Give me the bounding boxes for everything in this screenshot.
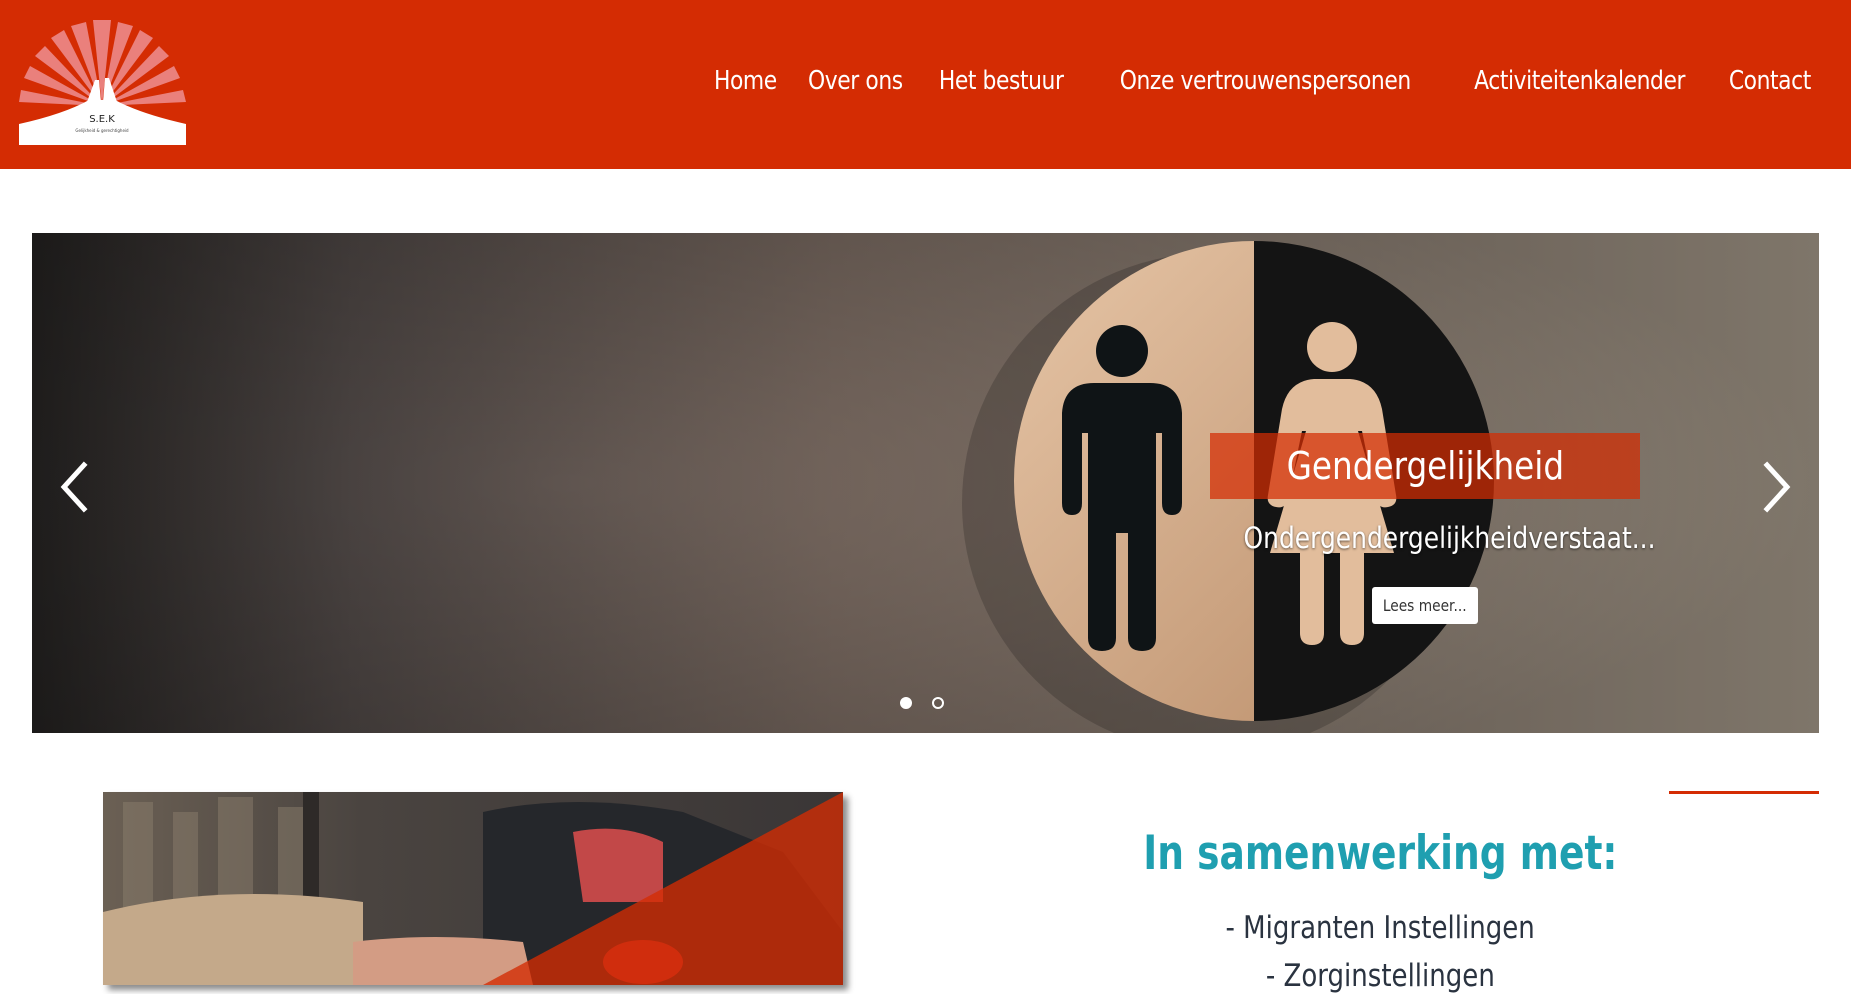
nav-activiteitenkalender[interactable]: Activiteitenkalender [1474,66,1685,96]
slide-title: Gendergelijkheid [1210,433,1640,499]
collaboration-title: In samenwerking met: [1142,826,1618,881]
logo-subtext: Gelijkheid & gerechtigheid [75,128,129,133]
nav-home[interactable]: Home [714,66,777,96]
partner-item: - Zorginstellingen [1265,958,1495,994]
chevron-right-icon [1763,461,1791,513]
carousel-prev-button[interactable] [52,455,102,519]
carousel-indicator-2[interactable] [932,697,944,709]
nav-over-ons[interactable]: Over ons [808,66,903,96]
site-logo[interactable]: S.E.K Gelijkheid & gerechtigheid [19,18,186,145]
logo-text: S.E.K [89,114,115,125]
site-header: S.E.K Gelijkheid & gerechtigheid Home Ov… [0,0,1851,169]
nav-het-bestuur[interactable]: Het bestuur [939,66,1064,96]
partner-item: - Migranten Instellingen [1225,910,1535,946]
carousel-indicators [900,697,944,709]
carousel-next-button[interactable] [1749,455,1799,519]
hero-carousel: Gendergelijkheid Ondergendergelijkheidve… [32,233,1819,733]
collaboration-photo [103,792,843,985]
read-more-button[interactable]: Lees meer... [1372,587,1478,624]
carousel-indicator-1[interactable] [900,697,912,709]
slide-text: Ondergendergelijkheidverstaat... [1243,521,1656,555]
nav-contact[interactable]: Contact [1729,66,1811,96]
nav-vertrouwenspersonen[interactable]: Onze vertrouwenspersonen [1119,66,1410,96]
chevron-left-icon [60,461,88,513]
main-nav: Home Over ons Het bestuur Onze vertrouwe… [708,66,1819,96]
section-divider [1669,791,1819,794]
